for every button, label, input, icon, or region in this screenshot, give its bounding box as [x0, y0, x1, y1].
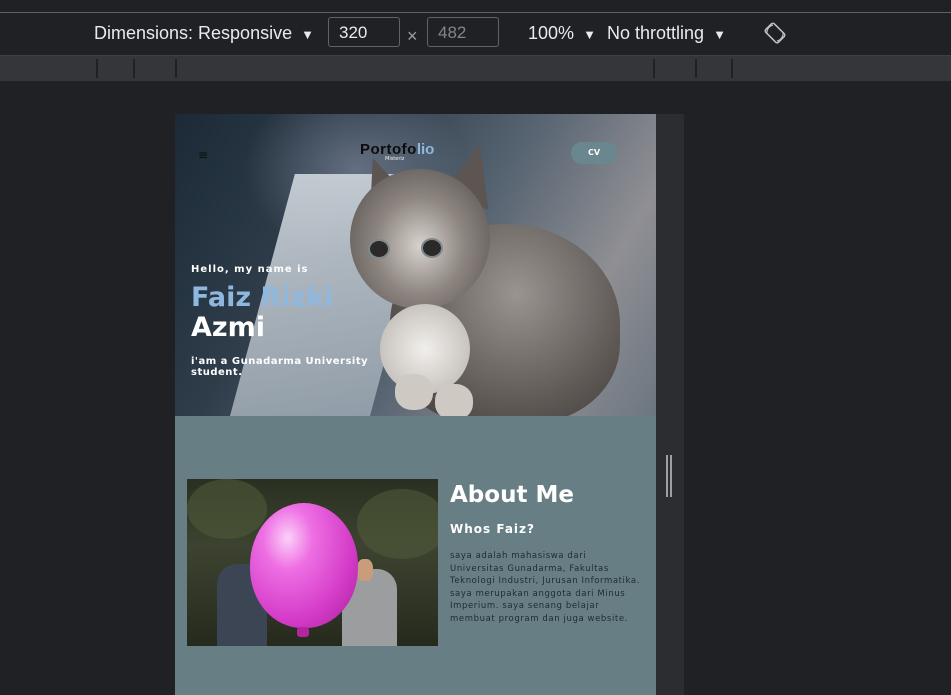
zoom-label: 100%	[528, 23, 575, 43]
device-viewport: ≡ Portofolio Misteriz CV Hello, my name …	[175, 114, 656, 695]
site-logo[interactable]: Portofolio Misteriz	[360, 139, 440, 162]
ruler-divider	[731, 59, 733, 78]
ruler-divider	[133, 59, 135, 78]
hero-name-last: Azmi	[191, 312, 265, 343]
throttling-label: No throttling	[607, 23, 705, 43]
photo-foliage	[187, 479, 267, 539]
hero-section: ≡ Portofolio Misteriz CV Hello, my name …	[175, 114, 656, 416]
photo-foliage	[357, 489, 438, 559]
hero-greeting: Hello, my name is	[191, 264, 309, 275]
height-input[interactable]: 482	[427, 17, 499, 47]
chevron-down-icon: ▼	[583, 27, 596, 42]
ruler-divider	[96, 59, 98, 78]
logo-text-part2: lio	[416, 141, 435, 158]
cat-image-paw	[435, 384, 473, 416]
cat-image-eye	[421, 238, 443, 258]
width-input[interactable]: 320	[328, 17, 400, 47]
viewport-resize-track	[656, 114, 684, 695]
balloon-knot	[297, 627, 309, 637]
times-icon: ×	[407, 26, 418, 46]
ruler-divider	[653, 59, 655, 78]
device-toolbar: Dimensions: Responsive ▼ 320 × 482 100% …	[0, 13, 951, 56]
hero-name-first: Faiz Rizki	[191, 282, 334, 313]
zoom-dropdown[interactable]: 100% ▼	[528, 23, 596, 44]
cat-image-eye	[368, 239, 390, 259]
rotate-icon[interactable]	[764, 22, 786, 44]
chevron-down-icon: ▼	[713, 27, 726, 42]
hero-tagline: i'am a Gunadarma University student.	[191, 356, 369, 378]
about-section: About Me Whos Faiz? saya adalah mahasisw…	[175, 416, 656, 695]
balloon-image	[250, 503, 358, 628]
about-title: About Me	[450, 482, 574, 508]
profile-photo	[187, 479, 438, 646]
cv-button[interactable]: CV	[571, 142, 617, 164]
photo-hand	[357, 559, 373, 581]
window-top-edge	[0, 0, 951, 13]
cat-image-paw	[395, 374, 433, 410]
dimensions-dropdown[interactable]: Dimensions: Responsive ▼	[94, 23, 314, 44]
cat-image-head	[350, 169, 490, 309]
ruler-divider	[175, 59, 177, 78]
resize-handle[interactable]	[666, 455, 676, 497]
chevron-down-icon: ▼	[301, 27, 314, 42]
dimensions-label: Dimensions: Responsive	[94, 23, 293, 43]
about-body: saya adalah mahasiswa dari Universitas G…	[450, 551, 641, 624]
about-subtitle: Whos Faiz?	[450, 522, 535, 536]
hamburger-menu-icon[interactable]: ≡	[198, 148, 208, 162]
ruler-divider	[695, 59, 697, 78]
media-query-bar[interactable]	[0, 56, 951, 81]
throttling-dropdown[interactable]: No throttling ▼	[607, 23, 726, 44]
